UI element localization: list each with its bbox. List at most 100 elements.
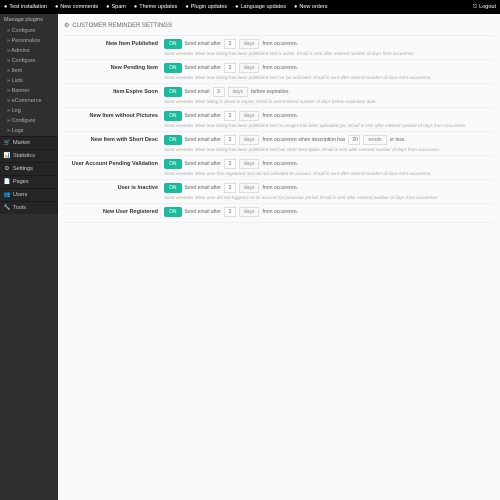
topbar-item[interactable]: ● New orders — [294, 4, 327, 10]
toggle-switch[interactable]: ON — [164, 39, 182, 49]
sidebar-main-item[interactable]: 🔧Tools — [0, 201, 58, 214]
unit-select[interactable]: days — [239, 207, 260, 217]
menu-icon: 📄 — [4, 179, 10, 185]
menu-icon: 📊 — [4, 153, 10, 159]
dot-icon: ● — [106, 4, 109, 10]
setting-row: New Item with Short DescONSend email aft… — [64, 132, 494, 156]
unit-select-2[interactable]: words — [363, 135, 386, 145]
sidebar-item[interactable]: » Configure — [0, 116, 58, 126]
sidebar-item[interactable]: » eCommerce — [0, 96, 58, 106]
sidebar-item[interactable]: » Logs — [0, 126, 58, 136]
toggle-switch[interactable]: ON — [164, 183, 182, 193]
topbar-item[interactable]: ● Plugin updates — [185, 4, 227, 10]
topbar-item[interactable]: ● Language updates — [235, 4, 286, 10]
value-input[interactable]: 3 — [213, 87, 225, 97]
sidebar-main-item[interactable]: ⚙Settings — [0, 162, 58, 175]
sidebar-item[interactable]: » Item — [0, 66, 58, 76]
row-label: New User Registered — [64, 207, 164, 215]
dot-icon: ● — [55, 4, 58, 10]
toggle-switch[interactable]: ON — [164, 135, 182, 145]
sidebar-item[interactable]: » Personalize — [0, 36, 58, 46]
sidebar-main-item[interactable]: 👥Users — [0, 188, 58, 201]
logout-link[interactable]: ⎋Logout — [473, 4, 496, 11]
dot-icon: ● — [294, 4, 297, 10]
toggle-switch[interactable]: ON — [164, 111, 182, 121]
topbar-item[interactable]: ● Test installation — [4, 4, 47, 10]
value-input[interactable]: 3 — [224, 63, 236, 73]
sidebar: Manage plugins » Configure» Personalize»… — [0, 14, 58, 500]
value-input-2[interactable]: 20 — [348, 135, 360, 145]
sidebar-main-item[interactable]: 🛒Market — [0, 136, 58, 149]
value-input[interactable]: 3 — [224, 183, 236, 193]
unit-select[interactable]: days — [239, 111, 260, 121]
row-help: Send reminder when new listing has been … — [164, 123, 494, 128]
sidebar-main-item[interactable]: 📊Statistics — [0, 149, 58, 162]
row-label: User Account Pending Validation — [64, 159, 164, 167]
toggle-switch[interactable]: ON — [164, 207, 182, 217]
value-input[interactable]: 3 — [224, 207, 236, 217]
menu-label: Settings — [13, 166, 33, 172]
value-input[interactable]: 3 — [224, 135, 236, 145]
topbar-item[interactable]: ● Spam — [106, 4, 126, 10]
logout-icon: ⎋ — [473, 4, 477, 11]
menu-label: Users — [13, 192, 27, 198]
menu-label: Tools — [13, 205, 26, 211]
unit-select[interactable]: days — [239, 135, 260, 145]
sidebar-item[interactable]: » Log — [0, 106, 58, 116]
sidebar-item[interactable]: » Banner — [0, 86, 58, 96]
row-help: Send reminder when user did not logged i… — [164, 195, 494, 200]
row-label: User is Inactive — [64, 183, 164, 191]
menu-label: Market — [13, 140, 30, 146]
main-panel: ⚙CUSTOMER REMINDER SETTINGS New Item Pub… — [58, 14, 500, 500]
dot-icon: ● — [235, 4, 238, 10]
topbar-item[interactable]: ● New comments — [55, 4, 98, 10]
dot-icon: ● — [185, 4, 188, 10]
row-help: Send reminder when new listing has been … — [164, 75, 494, 80]
panel-title: ⚙CUSTOMER REMINDER SETTINGS — [64, 18, 494, 36]
value-input[interactable]: 3 — [224, 39, 236, 49]
row-help: Send reminder when user has registered a… — [164, 171, 494, 176]
sidebar-item[interactable]: » Configure — [0, 56, 58, 66]
row-help: Send reminder when new listing has been … — [164, 51, 494, 56]
setting-row: New Item without PicturesONSend email af… — [64, 108, 494, 132]
sidebar-item[interactable]: » Admins — [0, 46, 58, 56]
menu-icon: 🔧 — [4, 205, 10, 211]
setting-row: New Pending ItemONSend email after3daysf… — [64, 60, 494, 84]
topbar: ● Test installation● New comments● Spam●… — [0, 0, 500, 14]
setting-row: New User RegisteredONSend email after3da… — [64, 204, 494, 223]
settings-icon: ⚙ — [64, 22, 69, 29]
sidebar-item[interactable]: » Configure — [0, 26, 58, 36]
row-label: Item Expire Soon — [64, 87, 164, 95]
menu-icon: 👥 — [4, 192, 10, 198]
unit-select[interactable]: days — [239, 159, 260, 169]
menu-label: Pages — [13, 179, 29, 185]
toggle-switch[interactable]: ON — [164, 159, 182, 169]
toggle-switch[interactable]: ON — [164, 87, 182, 97]
menu-label: Statistics — [13, 153, 35, 159]
setting-row: User is InactiveONSend email after3daysf… — [64, 180, 494, 204]
sidebar-item[interactable]: » Lists — [0, 76, 58, 86]
toggle-switch[interactable]: ON — [164, 63, 182, 73]
setting-row: Item Expire SoonONSend email3daysbefore … — [64, 84, 494, 108]
row-label: New Item with Short Desc — [64, 135, 164, 143]
row-help: Send reminder when listing is about to e… — [164, 99, 494, 104]
row-help: Send reminder when new listing has been … — [164, 147, 494, 152]
dot-icon: ● — [4, 4, 7, 10]
unit-select[interactable]: days — [239, 63, 260, 73]
setting-row: User Account Pending ValidationONSend em… — [64, 156, 494, 180]
sidebar-header: Manage plugins — [0, 14, 58, 26]
sidebar-main-item[interactable]: 📄Pages — [0, 175, 58, 188]
unit-select[interactable]: days — [239, 183, 260, 193]
row-label: New Item without Pictures — [64, 111, 164, 119]
unit-select[interactable]: days — [228, 87, 249, 97]
menu-icon: 🛒 — [4, 140, 10, 146]
setting-row: New Item PublishedONSend email after3day… — [64, 36, 494, 60]
topbar-item[interactable]: ● Theme updates — [134, 4, 178, 10]
value-input[interactable]: 3 — [224, 159, 236, 169]
menu-icon: ⚙ — [4, 166, 10, 172]
row-label: New Item Published — [64, 39, 164, 47]
unit-select[interactable]: days — [239, 39, 260, 49]
value-input[interactable]: 3 — [224, 111, 236, 121]
dot-icon: ● — [134, 4, 137, 10]
row-label: New Pending Item — [64, 63, 164, 71]
